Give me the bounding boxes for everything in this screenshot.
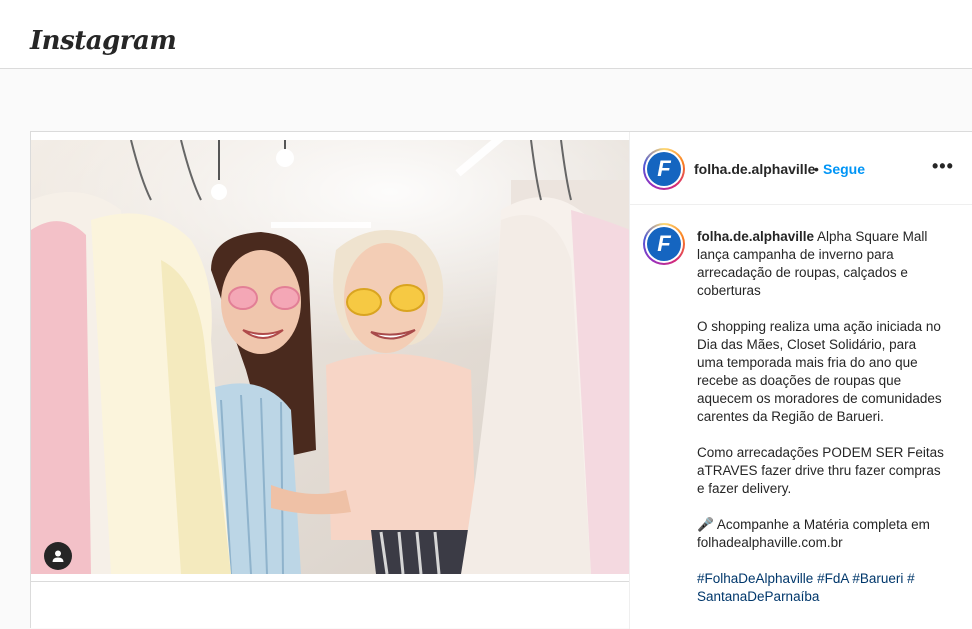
- post-header: F folha.de.alphaville • Segue •••: [630, 132, 972, 205]
- caption-author-avatar[interactable]: F: [643, 223, 685, 265]
- instagram-logo[interactable]: Instagram: [30, 26, 177, 56]
- post-sidebar: F folha.de.alphaville • Segue ••• F folh…: [629, 132, 972, 629]
- tagged-users-button[interactable]: [44, 542, 72, 570]
- caption-paragraph-3: Como arrecadações PODEM SER Feitas aTRAV…: [697, 445, 944, 496]
- more-options-button[interactable]: •••: [932, 156, 954, 177]
- author-username[interactable]: folha.de.alphaville: [694, 161, 815, 177]
- post-caption: folha.de.alphaville Alpha Square Mall la…: [697, 228, 945, 624]
- person-icon: [52, 550, 64, 562]
- post-card: F folha.de.alphaville • Segue ••• F folh…: [30, 131, 972, 629]
- post-photo-illustration: [31, 140, 630, 574]
- author-avatar-letter: F: [647, 152, 681, 186]
- caption-hashtags[interactable]: #FolhaDeAlphaville #FdA #Barueri # Santa…: [697, 570, 945, 606]
- author-avatar[interactable]: F: [643, 148, 685, 190]
- caption-paragraph-4: 🎤 Acompanhe a Matéria completa em folhad…: [697, 517, 930, 550]
- caption-avatar-letter: F: [647, 227, 681, 261]
- top-navigation-bar: Instagram: [0, 0, 972, 69]
- caption-username[interactable]: folha.de.alphaville: [697, 229, 814, 244]
- post-image[interactable]: [31, 140, 630, 574]
- caption-paragraph-2: O shopping realiza uma ação iniciada no …: [697, 319, 942, 424]
- post-image-footer: [31, 574, 630, 582]
- follow-separator: •: [814, 161, 819, 177]
- follow-button[interactable]: Segue: [823, 161, 865, 177]
